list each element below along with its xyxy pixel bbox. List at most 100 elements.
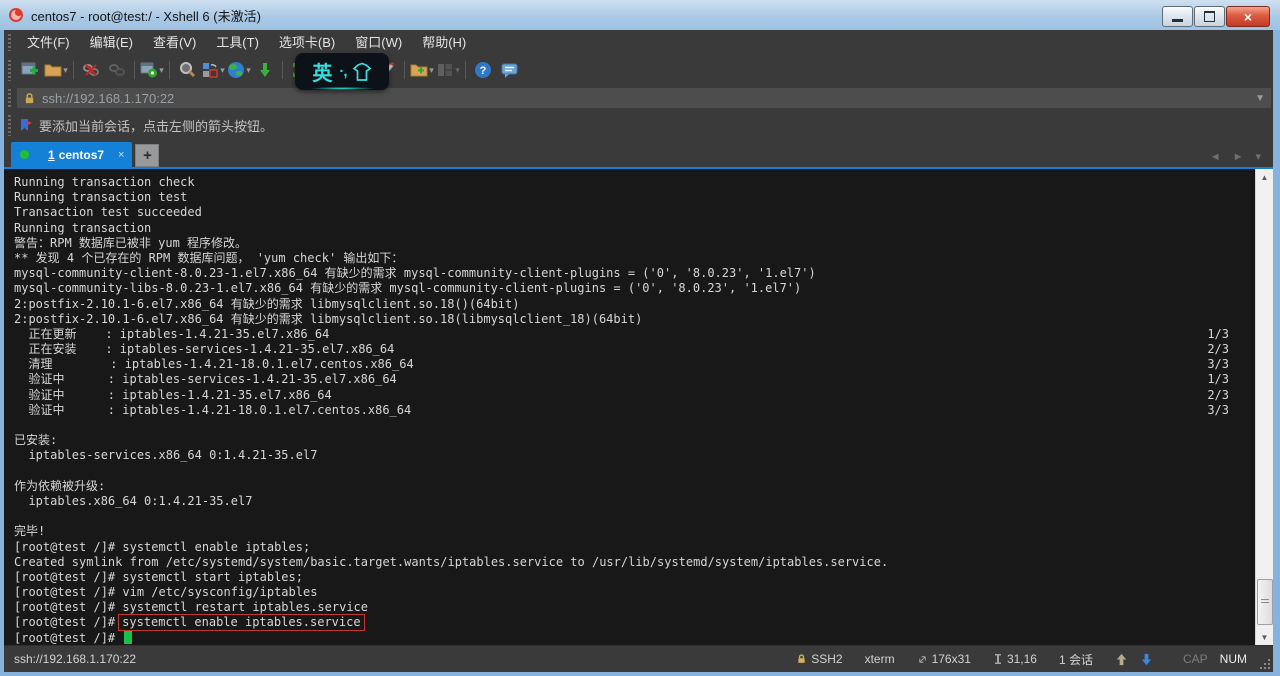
- disconnect-button[interactable]: [78, 58, 104, 82]
- size-icon: [917, 654, 928, 665]
- title-bar[interactable]: centos7 - root@test:/ - Xshell 6 (未激活) ×: [0, 0, 1280, 30]
- resize-grip[interactable]: [1260, 659, 1270, 669]
- menu-help[interactable]: 帮助(H): [412, 30, 476, 55]
- transfer-icon: [256, 61, 274, 79]
- status-cursor-pos: 31,16: [993, 652, 1037, 666]
- toolbar-separator: [169, 61, 170, 79]
- status-bar: ssh://192.168.1.170:22 SSH2 xterm 176x31: [4, 645, 1273, 672]
- terminal-scrollbar[interactable]: ▲ ▼: [1255, 169, 1273, 645]
- status-protocol: SSH2: [796, 652, 842, 666]
- ime-punctuation-indicator[interactable]: ·,: [339, 63, 346, 80]
- scrollbar-thumb[interactable]: [1257, 579, 1273, 625]
- session-properties-caret-icon[interactable]: ▾: [159, 65, 164, 76]
- web-browser-caret-icon[interactable]: ▾: [246, 65, 251, 76]
- menu-view[interactable]: 查看(V): [143, 30, 206, 55]
- info-message: 要添加当前会话，点击左侧的箭头按钮。: [39, 116, 273, 135]
- session-properties-icon: [140, 61, 158, 79]
- terminal-text: mysql-community-client-8.0.23-1.el7.x86_…: [14, 266, 816, 280]
- new-file-caret-icon[interactable]: ▾: [429, 65, 434, 76]
- address-bar: ssh://192.168.1.170:22 ▼: [4, 85, 1273, 111]
- new-session-button[interactable]: [17, 58, 43, 82]
- ime-skin-shirt-icon[interactable]: [352, 62, 372, 82]
- new-file-transfer-button[interactable]: ▾: [409, 58, 435, 82]
- terminal-text: Created symlink from /etc/systemd/system…: [14, 555, 888, 569]
- compose-pane-button[interactable]: ▾: [200, 58, 226, 82]
- ime-language-indicator[interactable]: 英: [312, 57, 332, 86]
- tile-layout-button[interactable]: ▾: [435, 58, 461, 82]
- addressbar-gripper[interactable]: [8, 89, 11, 107]
- tile-layout-icon: [436, 61, 454, 79]
- progress-fraction: 1/3: [1207, 327, 1229, 342]
- tab-list-icon[interactable]: ▾: [1255, 150, 1261, 163]
- minimize-icon: [1172, 19, 1183, 22]
- reconnect-button[interactable]: [104, 58, 130, 82]
- terminal-line: [root@test /]# vim /etc/sysconfig/iptabl…: [14, 585, 1213, 600]
- scroll-up-icon[interactable]: ▲: [1256, 169, 1273, 185]
- menu-file[interactable]: 文件(F): [17, 30, 80, 55]
- terminal-text: iptables.x86_64 0:1.4.21-35.el7: [14, 494, 252, 508]
- address-field[interactable]: ssh://192.168.1.170:22 ▼: [17, 88, 1271, 108]
- menu-tools[interactable]: 工具(T): [206, 30, 269, 55]
- scroll-top-button[interactable]: [1115, 653, 1132, 666]
- close-button[interactable]: ×: [1226, 6, 1270, 27]
- maximize-icon: [1204, 11, 1215, 22]
- svg-text:?: ?: [480, 65, 487, 77]
- progress-fraction: 3/3: [1207, 403, 1229, 418]
- help-button[interactable]: ?: [470, 58, 496, 82]
- tab-scroll-left-icon[interactable]: ◄: [1210, 151, 1221, 163]
- status-term-type: xterm: [865, 652, 895, 666]
- find-button[interactable]: [174, 58, 200, 82]
- minimize-button[interactable]: [1162, 6, 1193, 27]
- terminal-line: [root@test /]# systemctl restart iptable…: [14, 600, 1213, 615]
- progress-fraction: 3/3: [1207, 357, 1229, 372]
- menu-window[interactable]: 窗口(W): [345, 30, 412, 55]
- tile-layout-caret-icon[interactable]: ▾: [455, 65, 460, 76]
- infobar-gripper[interactable]: [8, 115, 11, 135]
- xshell-window: { "window": { "title": "centos7 - root@t…: [0, 0, 1280, 676]
- ime-popup[interactable]: 英 ·,: [295, 53, 389, 90]
- open-session-button[interactable]: ▾: [43, 58, 69, 82]
- connected-dot-icon: [20, 150, 29, 159]
- terminal[interactable]: Running transaction checkRunning transac…: [4, 169, 1273, 645]
- scroll-down-icon[interactable]: ▼: [1256, 629, 1273, 645]
- tab-centos7[interactable]: 1 centos7 ×: [11, 142, 132, 167]
- close-icon: ×: [1244, 9, 1252, 25]
- menubar-gripper[interactable]: [8, 34, 11, 52]
- terminal-text: 2:postfix-2.10.1-6.el7.x86_64 有缺少的需求 lib…: [14, 297, 519, 311]
- disconnect-icon: [82, 61, 100, 79]
- terminal-line: iptables-services.x86_64 0:1.4.21-35.el7: [14, 448, 1213, 463]
- toolbar-separator: [73, 61, 74, 79]
- compose-pane-caret-icon[interactable]: ▾: [220, 65, 225, 76]
- address-dropdown-icon[interactable]: ▼: [1255, 93, 1265, 104]
- progress-fraction: 2/3: [1207, 388, 1229, 403]
- terminal-text: mysql-community-libs-8.0.23-1.el7.x86_64…: [14, 281, 801, 295]
- terminal-line: [root@test /]#: [14, 631, 1213, 645]
- terminal-prompt: [root@test /]#: [14, 631, 122, 645]
- open-session-caret-icon[interactable]: ▾: [63, 65, 68, 76]
- maximize-button[interactable]: [1194, 6, 1225, 27]
- terminal-text: 验证中 : iptables-1.4.21-35.el7.x86_64: [14, 388, 332, 402]
- info-bar: 要添加当前会话，点击左侧的箭头按钮。: [4, 111, 1273, 140]
- web-browser-button[interactable]: ▾: [226, 58, 252, 82]
- terminal-text: 已安装:: [14, 433, 57, 447]
- terminal-line: iptables.x86_64 0:1.4.21-35.el7: [14, 494, 1213, 509]
- session-properties-button[interactable]: ▾: [139, 58, 165, 82]
- terminal-text: 清理 : iptables-1.4.21-18.0.1.el7.centos.x…: [14, 357, 414, 371]
- toolbar-separator: [465, 61, 466, 79]
- chat-button[interactable]: [496, 58, 522, 82]
- tab-scroll-right-icon[interactable]: ►: [1233, 151, 1244, 163]
- terminal-text: 验证中 : iptables-services-1.4.21-35.el7.x8…: [14, 372, 397, 386]
- terminal-text: iptables-services.x86_64 0:1.4.21-35.el7: [14, 448, 317, 462]
- arrow-up-icon: [1115, 653, 1128, 666]
- scroll-bottom-button[interactable]: [1140, 653, 1157, 666]
- terminal-text: Running transaction check: [14, 175, 195, 189]
- highlight-box: systemctl enable iptables.service: [118, 614, 364, 631]
- transfer-button[interactable]: [252, 58, 278, 82]
- menu-tab[interactable]: 选项卡(B): [269, 30, 345, 55]
- toolbar-gripper[interactable]: [8, 60, 11, 81]
- new-tab-button[interactable]: +: [135, 144, 159, 167]
- terminal-text: Running transaction test: [14, 190, 187, 204]
- cursor-pos-icon: [993, 653, 1003, 665]
- menu-edit[interactable]: 编辑(E): [80, 30, 143, 55]
- tab-close-icon[interactable]: ×: [118, 149, 124, 161]
